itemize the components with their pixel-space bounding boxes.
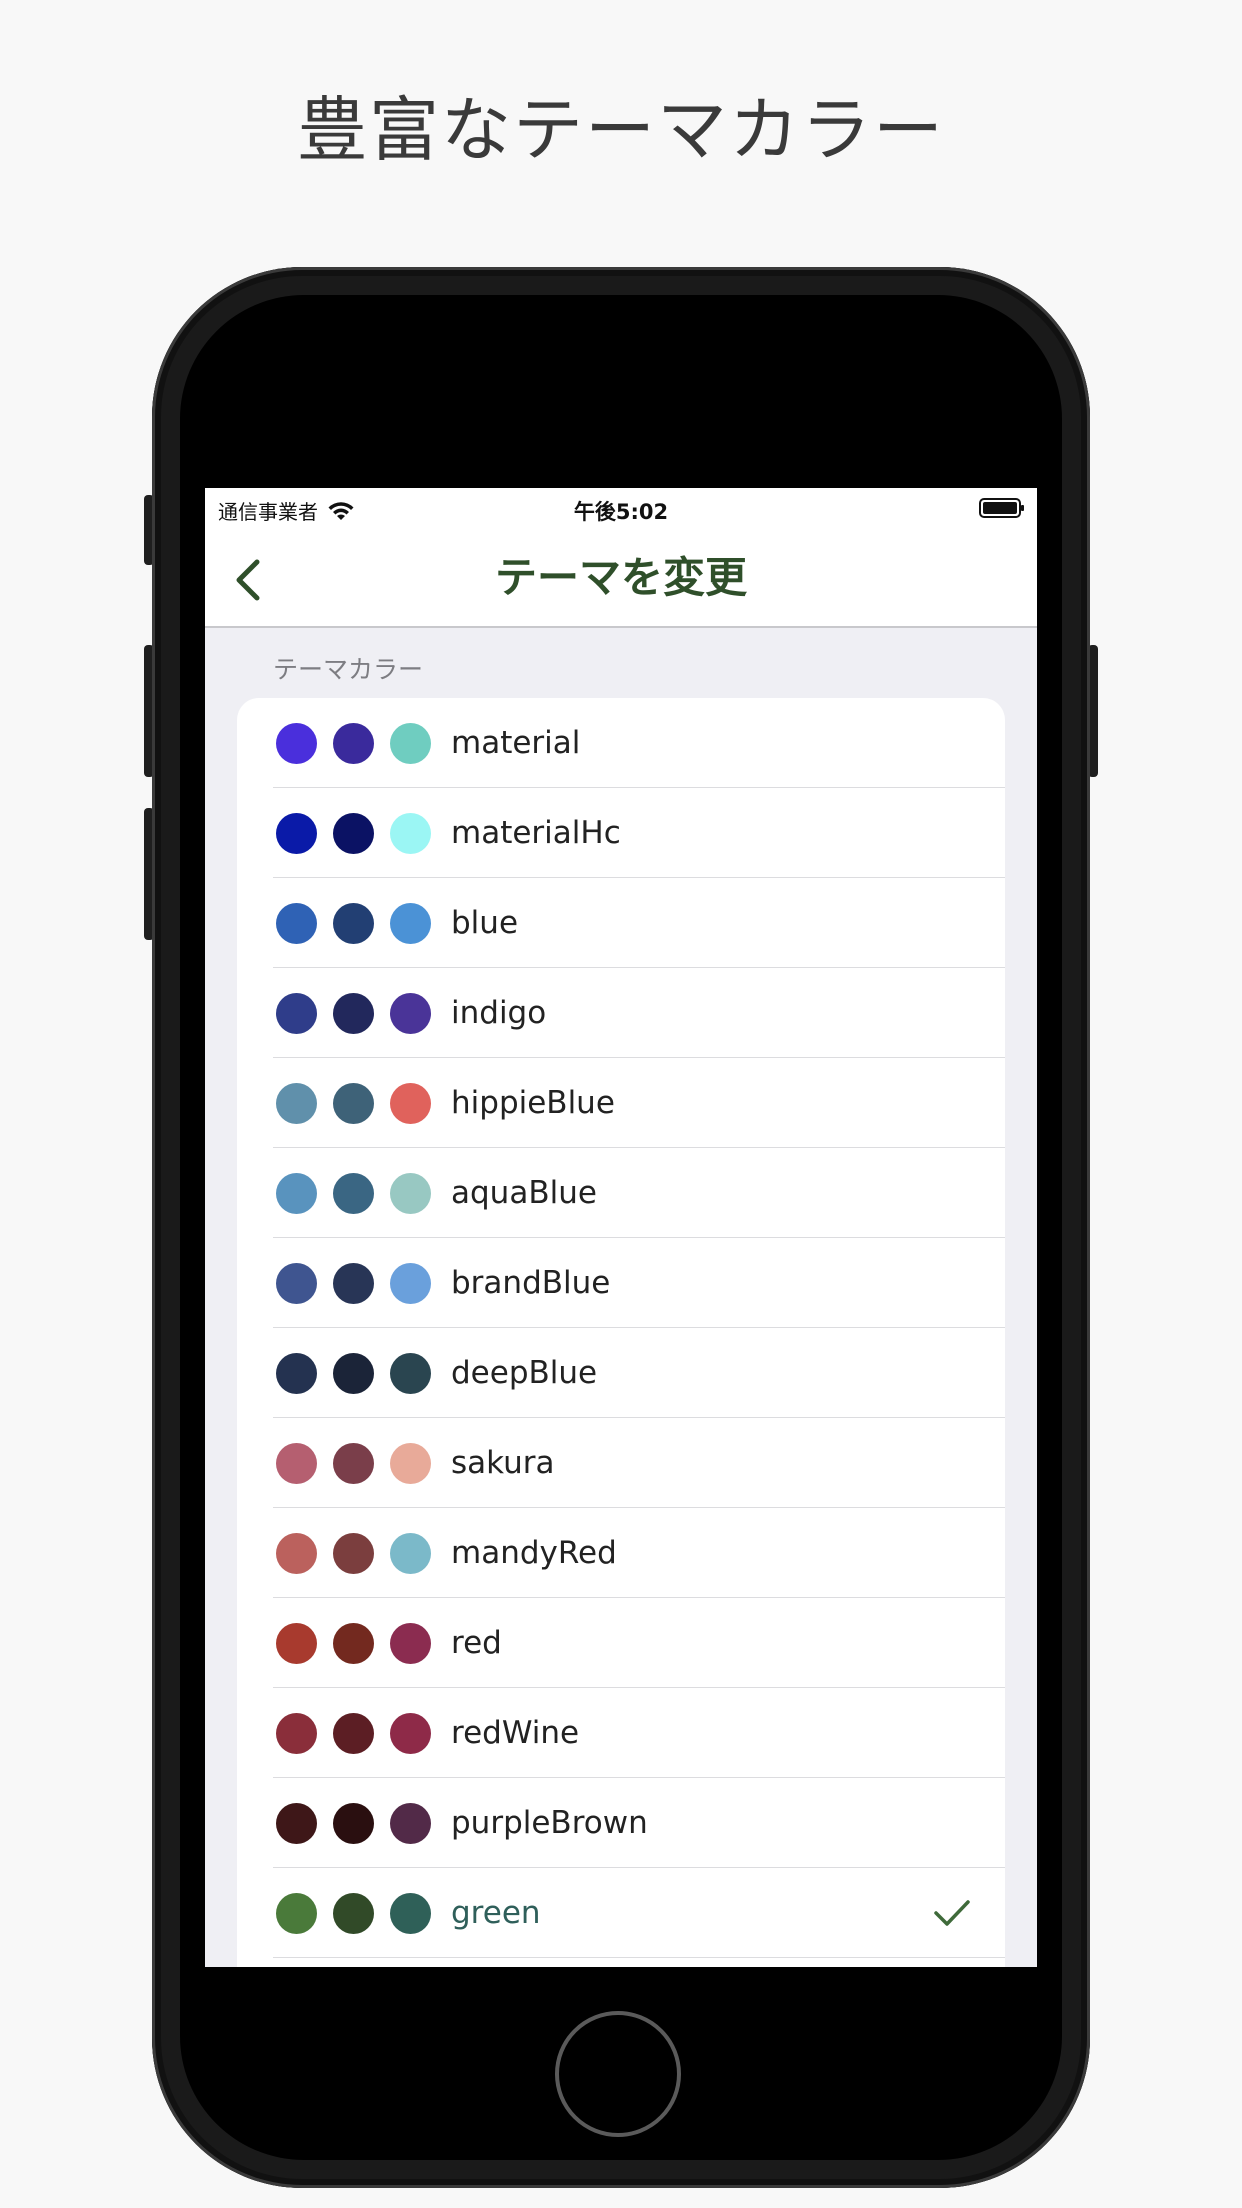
color-swatch <box>276 1532 317 1574</box>
theme-row-materialHc[interactable]: materialHc <box>237 788 1005 878</box>
theme-name-label: deepBlue <box>451 1355 598 1391</box>
color-swatch <box>276 1892 317 1934</box>
color-swatch <box>333 902 374 944</box>
promo-headline: 豊富なテーマカラー <box>297 89 945 171</box>
theme-name-label: blue <box>451 905 519 941</box>
theme-row-green[interactable]: green <box>237 1868 1005 1958</box>
color-swatch <box>333 1802 374 1844</box>
color-swatch <box>390 992 431 1034</box>
color-swatch <box>276 992 317 1034</box>
color-swatch <box>390 1352 431 1394</box>
color-swatch <box>390 1082 431 1124</box>
color-swatch <box>390 1442 431 1484</box>
battery-icon <box>979 498 1024 518</box>
color-swatch <box>333 1532 374 1574</box>
color-swatch <box>276 1622 317 1664</box>
color-swatch <box>333 812 374 854</box>
color-swatch <box>276 722 317 764</box>
color-swatch <box>390 1532 431 1574</box>
theme-name-label: mandyRed <box>451 1535 617 1571</box>
section-header: テーマカラー <box>273 655 424 684</box>
theme-name-label: material <box>451 725 581 761</box>
color-swatch <box>333 1082 374 1124</box>
theme-row-deepBlue[interactable]: deepBlue <box>237 1328 1005 1418</box>
color-swatch <box>276 1262 317 1304</box>
theme-name-label: brandBlue <box>451 1265 611 1301</box>
home-button[interactable] <box>555 2011 681 2137</box>
color-swatch <box>390 1802 431 1844</box>
theme-row-aquaBlue[interactable]: aquaBlue <box>237 1148 1005 1238</box>
theme-row-red[interactable]: red <box>237 1598 1005 1688</box>
status-time: 午後5:02 <box>573 500 669 524</box>
theme-name-label: indigo <box>451 995 547 1031</box>
color-swatch <box>333 1262 374 1304</box>
theme-row-sakura[interactable]: sakura <box>237 1418 1005 1508</box>
color-swatch <box>390 1172 431 1214</box>
color-swatch <box>276 1172 317 1214</box>
color-swatch <box>276 812 317 854</box>
theme-row-brandBlue[interactable]: brandBlue <box>237 1238 1005 1328</box>
color-swatch <box>276 902 317 944</box>
theme-row-purpleBrown[interactable]: purpleBrown <box>237 1778 1005 1868</box>
color-swatch <box>333 722 374 764</box>
status-bar: 通信事業者 午後5:02 <box>205 488 1037 530</box>
checkmark-icon <box>934 1900 970 1926</box>
color-swatch <box>333 1622 374 1664</box>
color-swatch <box>276 1082 317 1124</box>
page-title: テーマを変更 <box>494 553 747 602</box>
theme-name-label: redWine <box>451 1715 580 1751</box>
theme-name-label: red <box>451 1625 502 1661</box>
theme-row-mandyRed[interactable]: mandyRed <box>237 1508 1005 1598</box>
color-swatch <box>390 902 431 944</box>
color-swatch <box>333 992 374 1034</box>
theme-name-label: green <box>451 1895 541 1931</box>
theme-name-label: hippieBlue <box>451 1085 615 1121</box>
navigation-bar: テーマを変更 <box>205 530 1037 628</box>
theme-list: material materialHc blue indigo hippieBlue aq… <box>237 698 1005 1967</box>
color-swatch <box>390 1622 431 1664</box>
color-swatch <box>276 1802 317 1844</box>
color-swatch <box>333 1892 374 1934</box>
theme-row-indigo[interactable]: indigo <box>237 968 1005 1058</box>
theme-row-redWine[interactable]: redWine <box>237 1688 1005 1778</box>
color-swatch <box>276 1352 317 1394</box>
theme-name-label: purpleBrown <box>451 1805 648 1841</box>
color-swatch <box>333 1712 374 1754</box>
color-swatch <box>333 1352 374 1394</box>
color-swatch <box>276 1712 317 1754</box>
color-swatch <box>390 1892 431 1934</box>
color-swatch <box>276 1442 317 1484</box>
color-swatch <box>333 1442 374 1484</box>
theme-row-hippieBlue[interactable]: hippieBlue <box>237 1058 1005 1148</box>
color-swatch <box>390 1712 431 1754</box>
theme-row-material[interactable]: material <box>237 698 1005 788</box>
color-swatch <box>390 1262 431 1304</box>
theme-name-label: sakura <box>451 1445 555 1481</box>
theme-name-label: aquaBlue <box>451 1175 597 1211</box>
app-screen: 通信事業者 午後5:02 テーマを変更 テーマカラー material mater… <box>205 488 1037 1967</box>
theme-row-blue[interactable]: blue <box>237 878 1005 968</box>
color-swatch <box>390 722 431 764</box>
color-swatch <box>333 1172 374 1214</box>
theme-name-label: materialHc <box>451 815 621 851</box>
color-swatch <box>390 812 431 854</box>
